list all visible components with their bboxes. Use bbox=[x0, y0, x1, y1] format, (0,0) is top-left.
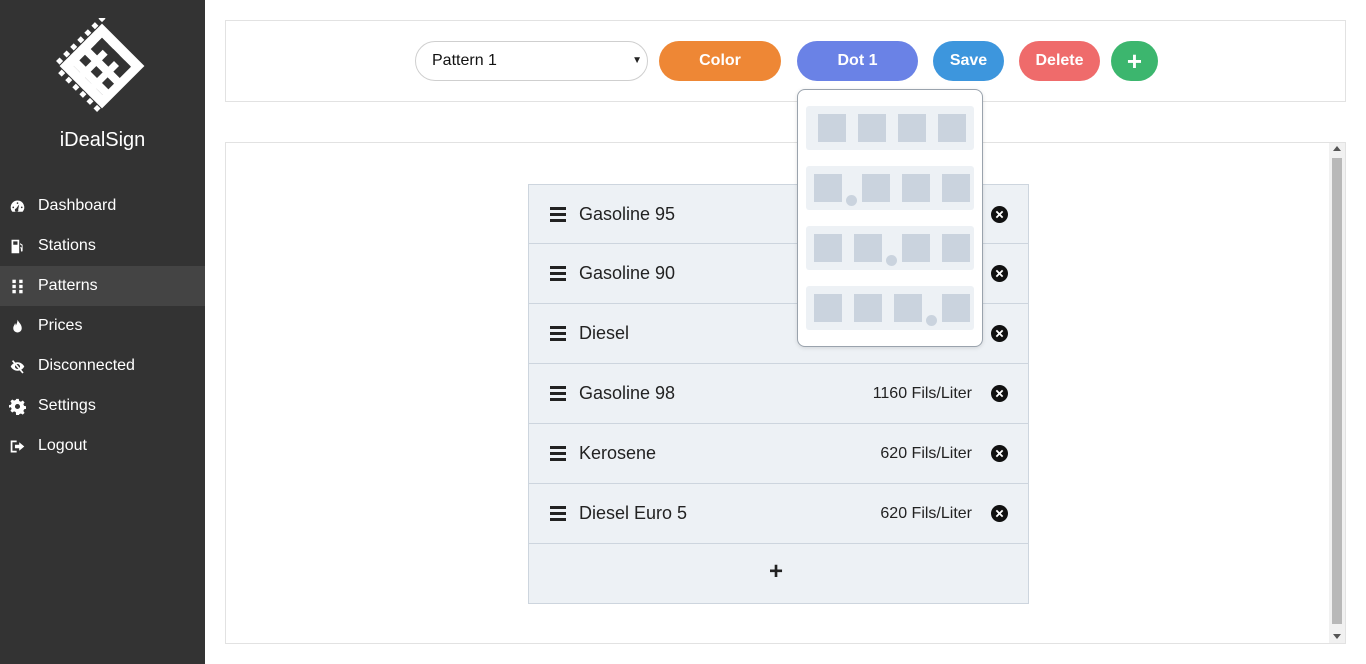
digit-placeholder bbox=[902, 234, 930, 262]
decimal-dot bbox=[926, 315, 937, 326]
pattern-toolbar: Pattern 1 ▼ Color Dot 1 Save Delete + bbox=[225, 20, 1346, 102]
delete-button[interactable]: Delete bbox=[1019, 41, 1100, 81]
sidebar-item-settings[interactable]: Settings bbox=[0, 386, 205, 426]
fuel-list-panel: Gasoline 95 Gasoline 90 Diesel Gasoline … bbox=[225, 142, 1346, 644]
scrollbar-thumb[interactable] bbox=[1332, 158, 1342, 624]
sidebar-nav: Dashboard Stations Patterns Prices Disco… bbox=[0, 186, 205, 466]
digit-placeholder bbox=[902, 174, 930, 202]
scroll-up-arrow-icon[interactable] bbox=[1333, 146, 1341, 151]
idealsign-logo bbox=[56, 18, 145, 112]
dot-position-dropdown bbox=[797, 89, 983, 347]
sidebar-item-disconnected[interactable]: Disconnected bbox=[0, 346, 205, 386]
sidebar-item-label: Settings bbox=[38, 397, 96, 414]
sidebar-item-dashboard[interactable]: Dashboard bbox=[0, 186, 205, 226]
drag-handle-icon[interactable] bbox=[550, 266, 566, 281]
fuel-row[interactable]: Diesel Euro 5 620 Fils/Liter bbox=[528, 484, 1029, 544]
dot-option-after-1[interactable] bbox=[806, 166, 974, 210]
fuel-name: Diesel bbox=[579, 323, 630, 343]
dot-option-after-2[interactable] bbox=[806, 226, 974, 270]
digit-placeholder bbox=[814, 294, 842, 322]
caret-down-icon: ▼ bbox=[632, 55, 642, 66]
remove-fuel-icon[interactable] bbox=[991, 385, 1008, 402]
fire-icon bbox=[8, 317, 26, 335]
remove-fuel-icon[interactable] bbox=[991, 325, 1008, 342]
scroll-down-arrow-icon[interactable] bbox=[1333, 634, 1341, 639]
fuel-name: Kerosene bbox=[579, 443, 657, 463]
sidebar-item-label: Patterns bbox=[38, 277, 98, 294]
remove-fuel-icon[interactable] bbox=[991, 505, 1008, 522]
sidebar-item-label: Stations bbox=[38, 237, 96, 254]
tachometer-icon bbox=[8, 197, 26, 215]
decimal-dot bbox=[846, 195, 857, 206]
add-pattern-button[interactable]: + bbox=[1111, 41, 1158, 81]
pattern-select[interactable]: Pattern 1 ▼ bbox=[415, 41, 648, 81]
sidebar-item-label: Logout bbox=[38, 437, 87, 454]
digit-placeholder bbox=[858, 114, 886, 142]
remove-fuel-icon[interactable] bbox=[991, 205, 1008, 223]
sidebar-item-label: Dashboard bbox=[38, 197, 117, 214]
save-button[interactable]: Save bbox=[933, 41, 1004, 81]
brand-name: iDealSign bbox=[59, 129, 146, 151]
digit-placeholder bbox=[938, 114, 966, 142]
sidebar-item-label: Disconnected bbox=[38, 357, 135, 374]
plus-icon: + bbox=[769, 558, 784, 585]
dot-option-after-3[interactable] bbox=[806, 286, 974, 330]
fuel-row[interactable]: Gasoline 98 1160 Fils/Liter bbox=[528, 364, 1029, 424]
sidebar-item-patterns[interactable]: Patterns bbox=[0, 266, 205, 306]
sidebar-item-prices[interactable]: Prices bbox=[0, 306, 205, 346]
digit-placeholder bbox=[854, 234, 882, 262]
digit-placeholder bbox=[862, 174, 890, 202]
sidebar-item-logout[interactable]: Logout bbox=[0, 426, 205, 466]
sidebar-item-stations[interactable]: Stations bbox=[0, 226, 205, 266]
fuel-price: 620 Fils/Liter bbox=[880, 504, 972, 522]
fuel-name: Diesel Euro 5 bbox=[579, 503, 688, 523]
color-button[interactable]: Color bbox=[659, 41, 781, 81]
drag-handle-icon[interactable] bbox=[550, 446, 566, 461]
remove-fuel-icon[interactable] bbox=[991, 445, 1008, 462]
digit-placeholder bbox=[942, 174, 970, 202]
decimal-dot bbox=[886, 255, 897, 266]
digit-placeholder bbox=[818, 114, 846, 142]
gear-icon bbox=[8, 397, 26, 415]
sign-out-icon bbox=[8, 437, 26, 455]
drag-handle-icon[interactable] bbox=[550, 207, 566, 222]
digit-placeholder bbox=[942, 234, 970, 262]
drag-handle-icon[interactable] bbox=[550, 506, 566, 521]
fuel-price: 1160 Fils/Liter bbox=[872, 384, 972, 402]
digit-placeholder bbox=[814, 234, 842, 262]
sidebar: iDealSign Dashboard Stations Patterns Pr… bbox=[0, 0, 205, 664]
grip-icon bbox=[8, 277, 26, 295]
digit-placeholder bbox=[894, 294, 922, 322]
digit-placeholder bbox=[814, 174, 842, 202]
dot-option-none[interactable] bbox=[806, 106, 974, 150]
digit-placeholder bbox=[854, 294, 882, 322]
pattern-select-value: Pattern 1 bbox=[432, 52, 497, 69]
sidebar-item-label: Prices bbox=[38, 317, 83, 334]
remove-fuel-icon[interactable] bbox=[991, 265, 1008, 282]
fuel-price: 620 Fils/Liter bbox=[880, 444, 972, 462]
digit-placeholder bbox=[942, 294, 970, 322]
drag-handle-icon[interactable] bbox=[550, 386, 566, 401]
gas-pump-icon bbox=[8, 237, 26, 255]
fuel-name: Gasoline 90 bbox=[579, 263, 676, 283]
fuel-row[interactable]: Kerosene 620 Fils/Liter bbox=[528, 424, 1029, 484]
dot-button[interactable]: Dot 1 bbox=[797, 41, 918, 81]
fuel-name: Gasoline 98 bbox=[579, 383, 676, 403]
drag-handle-icon[interactable] bbox=[550, 326, 566, 341]
digit-placeholder bbox=[898, 114, 926, 142]
fuel-name: Gasoline 95 bbox=[579, 203, 676, 224]
add-fuel-button[interactable]: + bbox=[528, 544, 1029, 604]
scrollbar[interactable] bbox=[1329, 143, 1345, 643]
eye-slash-icon bbox=[8, 357, 26, 375]
